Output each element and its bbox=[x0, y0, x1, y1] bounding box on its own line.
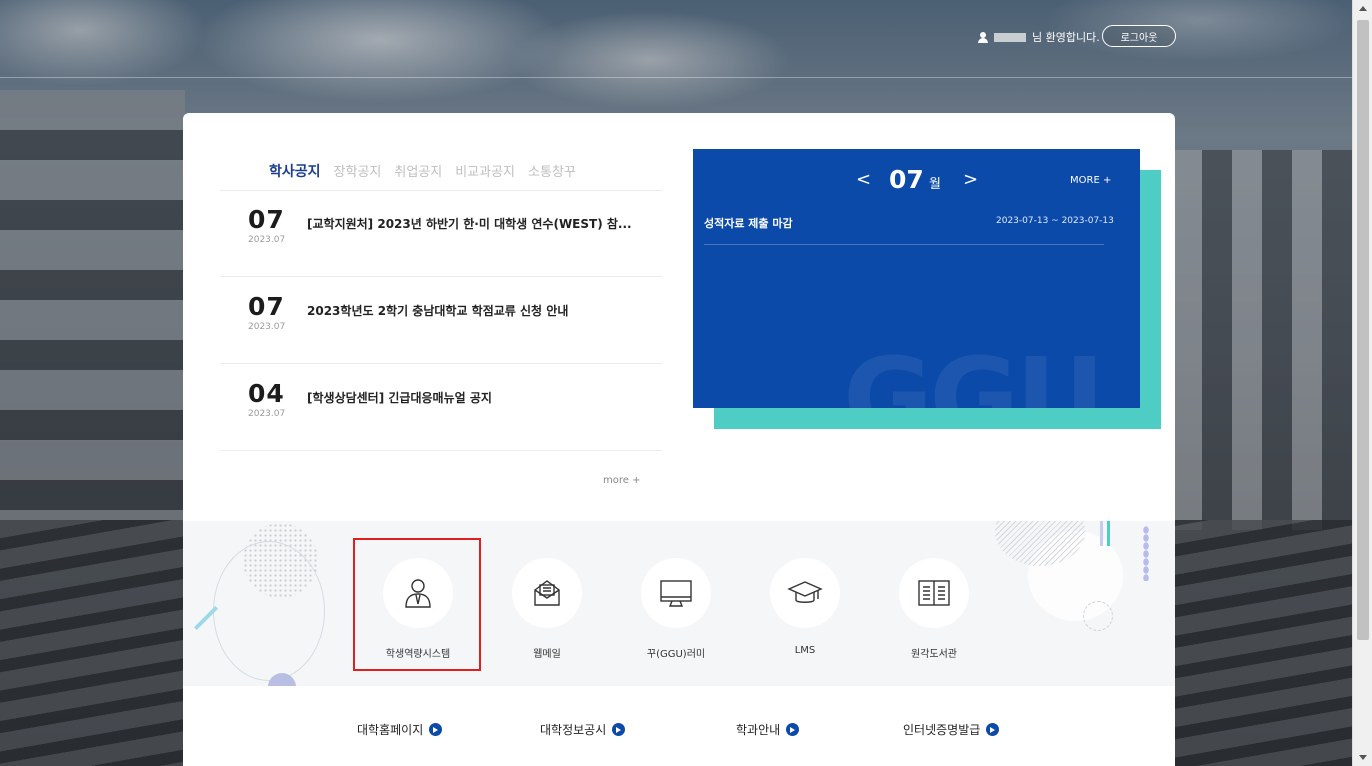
user-greeting: 님 환영합니다. bbox=[978, 30, 1100, 44]
decor-ring bbox=[213, 541, 325, 681]
next-month-button[interactable]: > bbox=[963, 169, 978, 190]
arrow-circle-icon[interactable] bbox=[786, 723, 800, 736]
decor-vertical-dots bbox=[1143, 526, 1149, 581]
calendar-more-link[interactable]: MORE + bbox=[1070, 175, 1111, 186]
decor-dashed-circle bbox=[1083, 601, 1113, 631]
link-certificate-issuance[interactable]: 인터넷증명발급 bbox=[903, 721, 1000, 738]
calendar-month: 07 bbox=[889, 165, 924, 194]
main-card: 학사공지 장학공지 취업공지 비교과공지 소통창꾸 07 2023.07 [교학… bbox=[183, 113, 1175, 766]
quick-link-lms[interactable]: LMS bbox=[755, 558, 855, 656]
tab-communication[interactable]: 소통창꾸 bbox=[528, 161, 576, 181]
ggu-watermark-logo: GGU bbox=[843, 334, 1105, 408]
quick-link-label: 원각도서관 bbox=[911, 649, 957, 660]
quick-links-section: 학생역량시스템 웹메일 꾸(GGU)러미 LMS 원각도서관 bbox=[183, 521, 1175, 686]
quick-link-circle[interactable] bbox=[899, 558, 969, 628]
notice-title[interactable]: [학생상담센터] 긴급대응매뉴얼 공지 bbox=[307, 389, 492, 406]
tab-scholarship-notice[interactable]: 장학공지 bbox=[334, 161, 382, 181]
link-label[interactable]: 대학홈페이지 bbox=[357, 721, 423, 738]
quick-link-circle[interactable] bbox=[512, 558, 582, 628]
scroll-up-icon[interactable] bbox=[1359, 6, 1367, 11]
arrow-circle-icon[interactable] bbox=[612, 723, 626, 736]
link-label[interactable]: 학과안내 bbox=[736, 721, 780, 738]
calendar-event-date: 2023-07-13 ~ 2023-07-13 bbox=[996, 216, 1114, 226]
graduation-cap-icon bbox=[787, 581, 823, 603]
quick-link-webmail[interactable]: 웹메일 bbox=[497, 558, 597, 660]
arrow-circle-icon[interactable] bbox=[429, 723, 443, 736]
link-department-guide[interactable]: 학과안내 bbox=[736, 721, 800, 738]
notice-year-month: 2023.07 bbox=[248, 322, 286, 332]
notice-title[interactable]: 2023학년도 2학기 충남대학교 학점교류 신청 안내 bbox=[307, 302, 568, 319]
selection-highlight-box bbox=[353, 538, 481, 671]
notice-day: 07 bbox=[248, 205, 285, 234]
quick-link-ggu-rumi[interactable]: 꾸(GGU)러미 bbox=[626, 558, 726, 660]
arrow-circle-icon[interactable] bbox=[986, 723, 1000, 736]
notice-tabs: 학사공지 장학공지 취업공지 비교과공지 소통창꾸 bbox=[269, 161, 576, 181]
calendar-panel: < 07 월 > MORE + 성적자료 제출 마감 2023-07-13 ~ … bbox=[693, 149, 1140, 408]
notice-day: 07 bbox=[248, 292, 285, 321]
monitor-icon bbox=[660, 580, 692, 607]
user-icon bbox=[978, 31, 988, 43]
link-label[interactable]: 대학정보공시 bbox=[540, 721, 606, 738]
notice-item[interactable]: 07 2023.07 2023학년도 2학기 충남대학교 학점교류 신청 안내 bbox=[220, 278, 662, 364]
decor-bars bbox=[1100, 521, 1116, 546]
welcome-text: 님 환영합니다. bbox=[1032, 31, 1100, 44]
notice-year-month: 2023.07 bbox=[248, 409, 286, 419]
quick-link-label: 꾸(GGU)러미 bbox=[646, 649, 706, 660]
quick-link-library[interactable]: 원각도서관 bbox=[884, 558, 984, 660]
quick-link-label: LMS bbox=[794, 645, 816, 656]
link-university-homepage[interactable]: 대학홈페이지 bbox=[357, 721, 443, 738]
envelope-letter-icon bbox=[534, 580, 560, 606]
footer-links: 대학홈페이지 대학정보공시 학과안내 인터넷증명발급 bbox=[183, 686, 1175, 766]
quick-link-circle[interactable] bbox=[770, 558, 840, 628]
quick-link-circle[interactable] bbox=[641, 558, 711, 628]
calendar-event-title[interactable]: 성적자료 제출 마감 bbox=[704, 215, 793, 231]
calendar-month-unit: 월 bbox=[929, 177, 941, 192]
header-divider bbox=[0, 77, 1352, 78]
link-label[interactable]: 인터넷증명발급 bbox=[903, 721, 980, 738]
quick-link-label: 웹메일 bbox=[533, 649, 561, 660]
logout-button[interactable]: 로그아웃 bbox=[1102, 25, 1176, 47]
scroll-down-icon[interactable] bbox=[1359, 755, 1367, 760]
scrollbar-thumb[interactable] bbox=[1357, 20, 1369, 640]
event-divider bbox=[704, 244, 1104, 245]
notice-day: 04 bbox=[248, 379, 285, 408]
notice-more-link[interactable]: more + bbox=[603, 475, 640, 486]
prev-month-button[interactable]: < bbox=[856, 169, 871, 190]
link-university-disclosure[interactable]: 대학정보공시 bbox=[540, 721, 626, 738]
open-book-icon bbox=[918, 580, 950, 606]
notice-item[interactable]: 07 2023.07 [교학지원처] 2023년 하반기 한·미 대학생 연수(… bbox=[220, 191, 662, 277]
notice-year-month: 2023.07 bbox=[248, 235, 286, 245]
page-scrollbar[interactable] bbox=[1352, 0, 1372, 766]
tab-employment-notice[interactable]: 취업공지 bbox=[394, 161, 442, 181]
user-name-redacted bbox=[994, 32, 1026, 42]
notice-title[interactable]: [교학지원처] 2023년 하반기 한·미 대학생 연수(WEST) 참... bbox=[307, 215, 632, 232]
tab-extracurricular-notice[interactable]: 비교과공지 bbox=[455, 161, 515, 181]
tab-academic-notice[interactable]: 학사공지 bbox=[269, 161, 321, 181]
notice-item[interactable]: 04 2023.07 [학생상담센터] 긴급대응매뉴얼 공지 bbox=[220, 365, 662, 451]
